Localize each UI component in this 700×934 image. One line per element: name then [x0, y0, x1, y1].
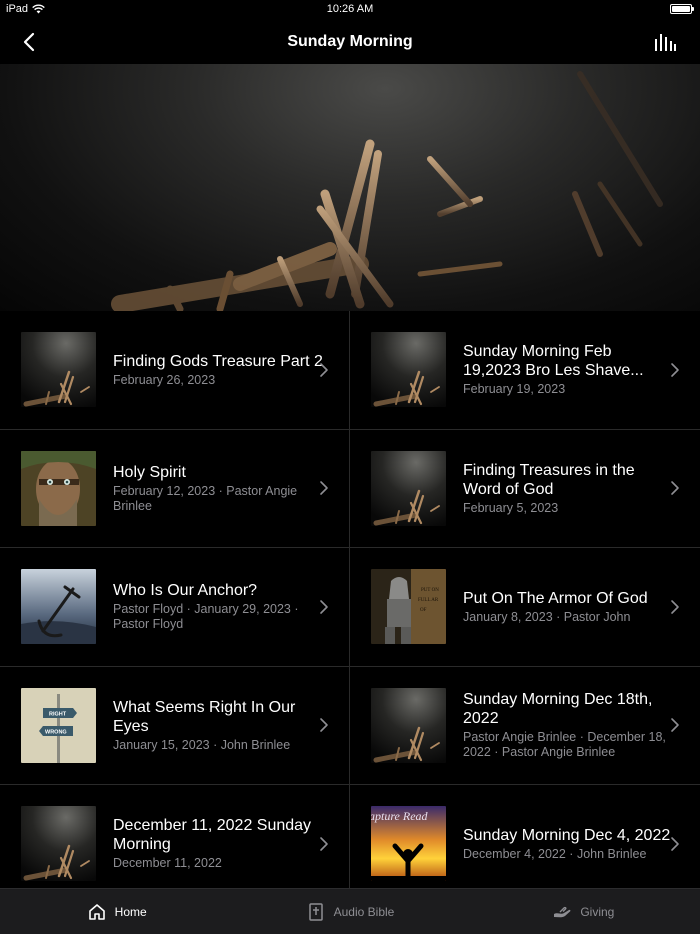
- tab-home-label: Home: [114, 904, 147, 919]
- svg-text:PUT ON: PUT ON: [421, 588, 439, 593]
- sermon-title: Sunday Morning Dec 4, 2022: [463, 826, 671, 844]
- sermon-item[interactable]: December 11, 2022 Sunday Morning December…: [0, 785, 350, 888]
- sermon-text: Sunday Morning Feb 19,2023 Bro Les Shave…: [463, 342, 673, 397]
- sermon-title: Who Is Our Anchor?: [113, 582, 258, 600]
- sermon-item[interactable]: Who Is Our Anchor? Pastor Floyd · January…: [0, 548, 350, 666]
- chevron-right-icon: [320, 599, 328, 614]
- hero-banner-image: [0, 64, 700, 311]
- sermon-grid: Finding Gods Treasure Part 2 February 26,…: [0, 311, 700, 888]
- chevron-right-icon: [671, 718, 679, 733]
- sermon-item[interactable]: Sunday Morning Feb 19,2023 Bro Les Shave…: [350, 311, 700, 429]
- sermon-row: Holy Spirit February 12, 2023 · Pastor An…: [0, 429, 700, 548]
- sermon-thumbnail: [21, 569, 96, 645]
- chevron-right-icon: [320, 836, 328, 851]
- sermon-thumbnail: [371, 332, 446, 408]
- home-icon: [88, 903, 105, 920]
- sermon-item[interactable]: RIGHT WRONG What Seems Right In Our Eyes Ja…: [0, 666, 350, 784]
- sermon-subtitle: February 19, 2023: [463, 382, 566, 397]
- sermon-subtitle: February 12, 2023 · Pastor Angie Brinlee: [113, 483, 298, 513]
- sermon-row: RIGHT WRONG What Seems Right In Our Eyes Ja…: [0, 666, 700, 785]
- audio-bars-icon[interactable]: [654, 33, 676, 51]
- tab-giving-label: Giving: [580, 904, 615, 919]
- sermon-text: Finding Treasures in the Word of God Febr…: [463, 461, 673, 516]
- chevron-right-icon: [671, 362, 679, 377]
- sermon-title: Finding Treasures in the Word of God: [463, 461, 635, 498]
- sermon-text: Put On The Armor Of God January 8, 2023 ·…: [463, 589, 673, 625]
- sermon-text: What Seems Right In Our Eyes January 15, …: [113, 698, 323, 753]
- sermon-text: Finding Gods Treasure Part 2 February 26,…: [113, 352, 323, 388]
- sermon-thumbnail: RIGHT WRONG: [21, 687, 96, 763]
- chevron-right-icon: [320, 481, 328, 496]
- svg-text:apture Read: apture Read: [371, 809, 429, 823]
- sermon-text: Sunday Morning Dec 18th, 2022 Pastor Angi…: [463, 690, 673, 760]
- sermon-item[interactable]: Finding Gods Treasure Part 2 February 26,…: [0, 311, 350, 429]
- sermon-text: Holy Spirit February 12, 2023 · Pastor An…: [113, 463, 323, 514]
- tab-audio-bible-label: Audio Bible: [333, 904, 395, 919]
- chevron-right-icon: [320, 718, 328, 733]
- sermon-title: Sunday Morning Feb 19,2023 Bro Les Shave…: [463, 343, 644, 380]
- sermon-thumbnail: [371, 450, 446, 526]
- svg-text:WRONG: WRONG: [45, 729, 67, 735]
- sermon-item[interactable]: PUT ON FULL AR OF Put On The Armor Of God Ja…: [350, 548, 700, 666]
- navigation-bar: Sunday Morning: [0, 20, 700, 64]
- sermon-text: Who Is Our Anchor? Pastor Floyd · January…: [113, 581, 323, 632]
- bible-icon: [308, 902, 323, 921]
- sermon-item[interactable]: Sunday Morning Dec 18th, 2022 Pastor Angi…: [350, 667, 700, 785]
- sermon-item[interactable]: apture Read Sunday Morning Dec 4, 2022 Dec…: [350, 785, 700, 888]
- sermon-subtitle: February 5, 2023: [463, 500, 559, 515]
- chevron-right-icon: [320, 362, 328, 377]
- sermon-subtitle: January 8, 2023 · Pastor John: [463, 609, 631, 624]
- chevron-right-icon: [671, 599, 679, 614]
- sermon-item[interactable]: Holy Spirit February 12, 2023 · Pastor An…: [0, 429, 350, 547]
- tab-audio-bible[interactable]: Audio Bible: [233, 889, 466, 934]
- sermon-subtitle: Pastor Angie Brinlee · December 18, 2022…: [463, 730, 666, 760]
- sermon-title: Holy Spirit: [113, 463, 186, 481]
- status-bar: iPad 10:26 AM: [0, 0, 700, 20]
- sermon-title: Put On The Armor Of God: [463, 589, 648, 607]
- sermon-row: Who Is Our Anchor? Pastor Floyd · January…: [0, 548, 700, 667]
- sermon-subtitle: Pastor Floyd · January 29, 2023 · Pastor…: [113, 602, 299, 632]
- tab-bar: Home Audio Bible Giving: [0, 888, 700, 934]
- worship-hands-illustration: [111, 71, 663, 311]
- chevron-right-icon: [671, 481, 679, 496]
- chevron-right-icon: [671, 836, 679, 851]
- sermon-title: December 11, 2022 Sunday Morning: [113, 817, 312, 854]
- tab-giving[interactable]: Giving: [467, 889, 700, 934]
- sermon-thumbnail: [371, 687, 446, 763]
- sermon-thumbnail: [21, 450, 96, 526]
- svg-text:FULL AR: FULL AR: [418, 598, 439, 603]
- sermon-subtitle: February 26, 2023: [113, 372, 216, 387]
- sermon-thumbnail: apture Read: [371, 806, 446, 882]
- tab-home[interactable]: Home: [0, 889, 233, 934]
- sermon-thumbnail: [21, 332, 96, 408]
- giving-hands-icon: [554, 906, 571, 917]
- battery-icon: [670, 4, 694, 14]
- sermon-text: Sunday Morning Dec 4, 2022 December 4, 20…: [463, 826, 673, 862]
- page-title: Sunday Morning: [287, 33, 413, 50]
- sermon-row: December 11, 2022 Sunday Morning December…: [0, 785, 700, 888]
- sermon-title: Sunday Morning Dec 18th, 2022: [463, 691, 653, 728]
- sermon-title: What Seems Right In Our Eyes: [113, 698, 296, 735]
- sermon-subtitle: December 4, 2022 · John Brinlee: [463, 846, 647, 861]
- sermon-thumbnail: PUT ON FULL AR OF: [371, 569, 446, 645]
- sermon-row: Finding Gods Treasure Part 2 February 26,…: [0, 311, 700, 430]
- svg-text:RIGHT: RIGHT: [49, 711, 67, 717]
- sermon-subtitle: January 15, 2023 · John Brinlee: [113, 737, 291, 752]
- sermon-title: Finding Gods Treasure Part 2: [113, 352, 323, 370]
- sermon-subtitle: December 11, 2022: [113, 856, 222, 871]
- status-time: 10:26 AM: [326, 3, 374, 15]
- sermon-item[interactable]: Finding Treasures in the Word of God Febr…: [350, 430, 700, 548]
- sermon-text: December 11, 2022 Sunday Morning December…: [113, 816, 323, 871]
- sermon-thumbnail: [21, 806, 96, 882]
- svg-text:OF: OF: [420, 608, 427, 613]
